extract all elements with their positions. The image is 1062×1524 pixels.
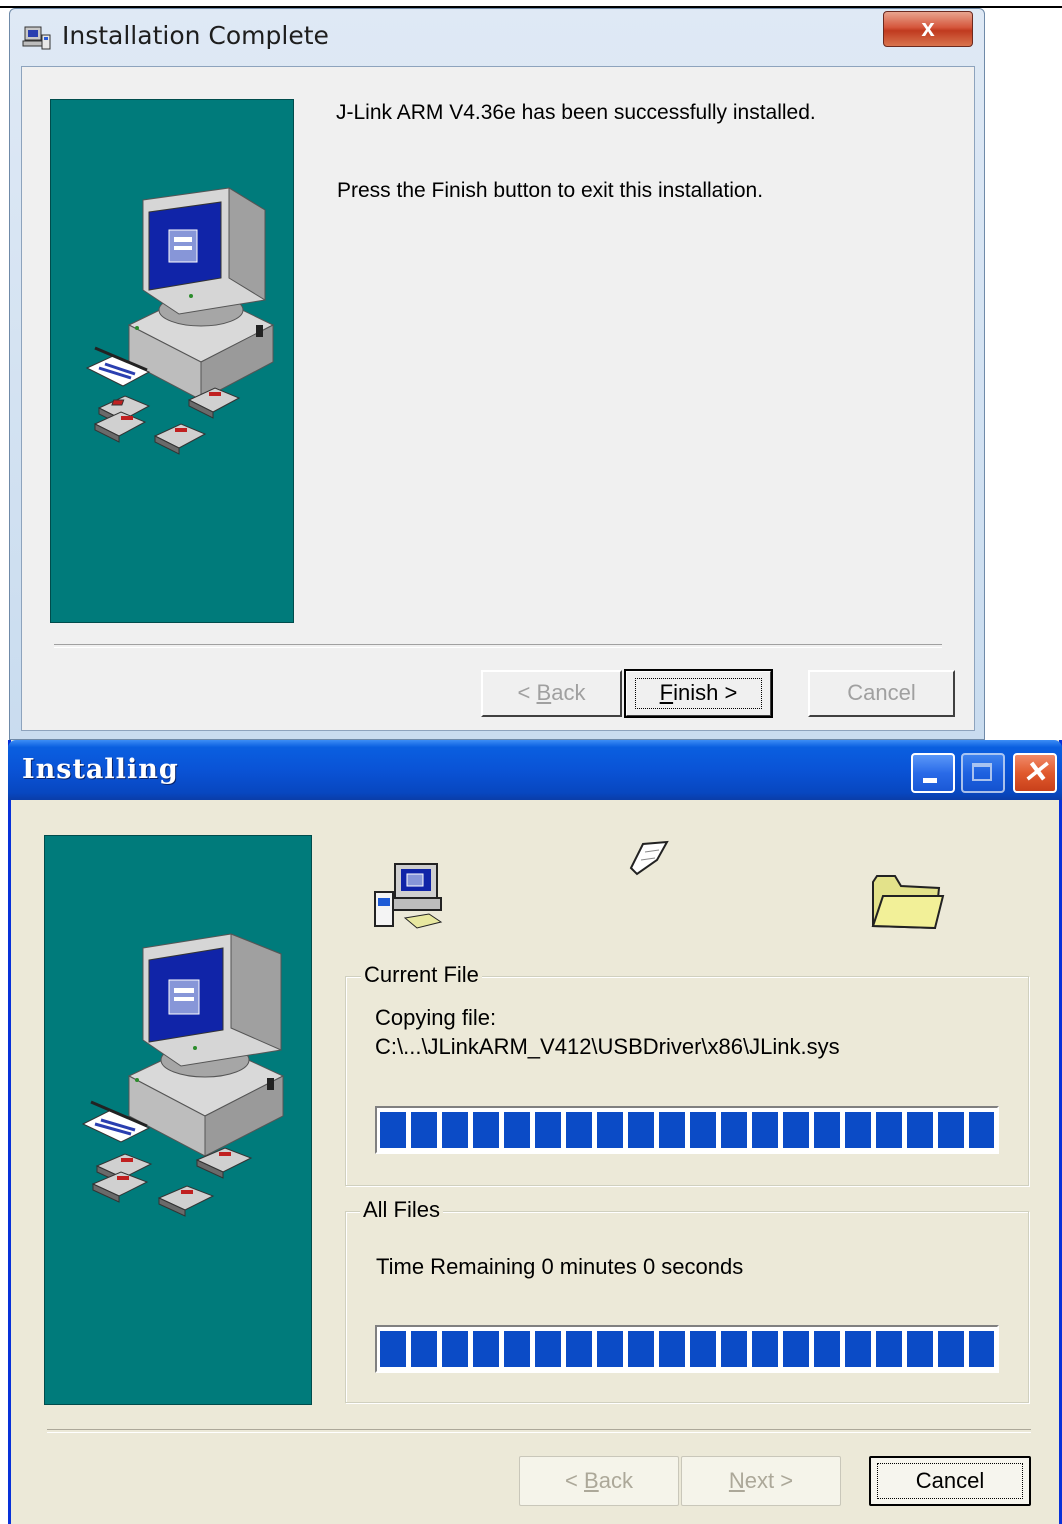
minimize-button[interactable] [911, 753, 955, 793]
finish-instruction: Press the Finish button to exit this ins… [337, 179, 764, 202]
close-icon: ✕ [1022, 756, 1048, 789]
back-prefix: < [565, 1468, 585, 1493]
floppy-disks-illustration [93, 387, 241, 455]
back-mnemonic: B [536, 680, 552, 705]
current-file-group-label: Current File [361, 962, 482, 988]
all-files-group [345, 1211, 1029, 1403]
current-file-path: C:\...\JLinkARM_V412\USBDriver\x86\JLink… [375, 1034, 840, 1059]
finish-rest: inish > [673, 680, 738, 705]
current-file-progress-bar [375, 1106, 999, 1154]
installation-complete-window: Installation Complete x J-Link ARM V4.36… [9, 8, 985, 740]
close-icon: x [921, 15, 935, 42]
flying-document-icon [629, 840, 669, 876]
back-rest: ack [598, 1468, 633, 1493]
back-rest: ack [551, 680, 586, 705]
minimize-icon [923, 778, 937, 783]
setup-computer-icon [374, 863, 443, 929]
next-mnemonic: N [728, 1468, 745, 1493]
cancel-button[interactable]: Cancel [869, 1456, 1031, 1506]
back-prefix: < [517, 680, 537, 705]
close-button[interactable]: x [883, 11, 973, 47]
copying-file-label: Copying file: [375, 1005, 497, 1030]
folder-icon [871, 875, 945, 930]
back-mnemonic: B [584, 1468, 599, 1493]
button-separator [54, 644, 942, 648]
progress-fill [380, 1112, 994, 1148]
maximize-icon [972, 763, 992, 781]
back-button[interactable]: < Back [519, 1456, 679, 1506]
floppy-disks-illustration [91, 1147, 253, 1217]
maximize-button[interactable] [961, 753, 1005, 793]
computer-illustration [81, 933, 285, 1157]
finish-button[interactable]: Finish > [624, 669, 773, 718]
cancel-button-label: Cancel [915, 1468, 985, 1493]
finish-button-label: Finish > [660, 680, 738, 705]
installer-app-icon [22, 26, 51, 50]
side-banner [44, 835, 312, 1405]
next-button[interactable]: Next > [681, 1456, 841, 1506]
dialog-client-area: J-Link ARM V4.36e has been successfully … [21, 66, 975, 731]
progress-fill [380, 1331, 994, 1367]
close-button[interactable]: ✕ [1013, 753, 1057, 793]
cancel-button[interactable]: Cancel [808, 670, 955, 717]
next-rest: ext > [744, 1468, 794, 1493]
installing-window: Installing ✕ Current File Copying file: … [8, 740, 1062, 1524]
back-button[interactable]: < Back [481, 670, 622, 717]
computer-illustration [85, 187, 275, 401]
back-button-label: < Back [518, 680, 586, 705]
button-separator [47, 1429, 1031, 1433]
all-files-progress-bar [375, 1325, 999, 1373]
window-title: Installing [22, 754, 179, 785]
time-remaining-label: Time Remaining 0 minutes 0 seconds [376, 1254, 744, 1279]
installed-message: J-Link ARM V4.36e has been successfully … [336, 101, 816, 124]
finish-mnemonic: F [659, 680, 674, 705]
window-title: Installation Complete [62, 21, 329, 50]
title-bar[interactable]: Installing ✕ [8, 740, 1062, 800]
all-files-group-label: All Files [360, 1197, 444, 1223]
side-banner [50, 99, 294, 623]
